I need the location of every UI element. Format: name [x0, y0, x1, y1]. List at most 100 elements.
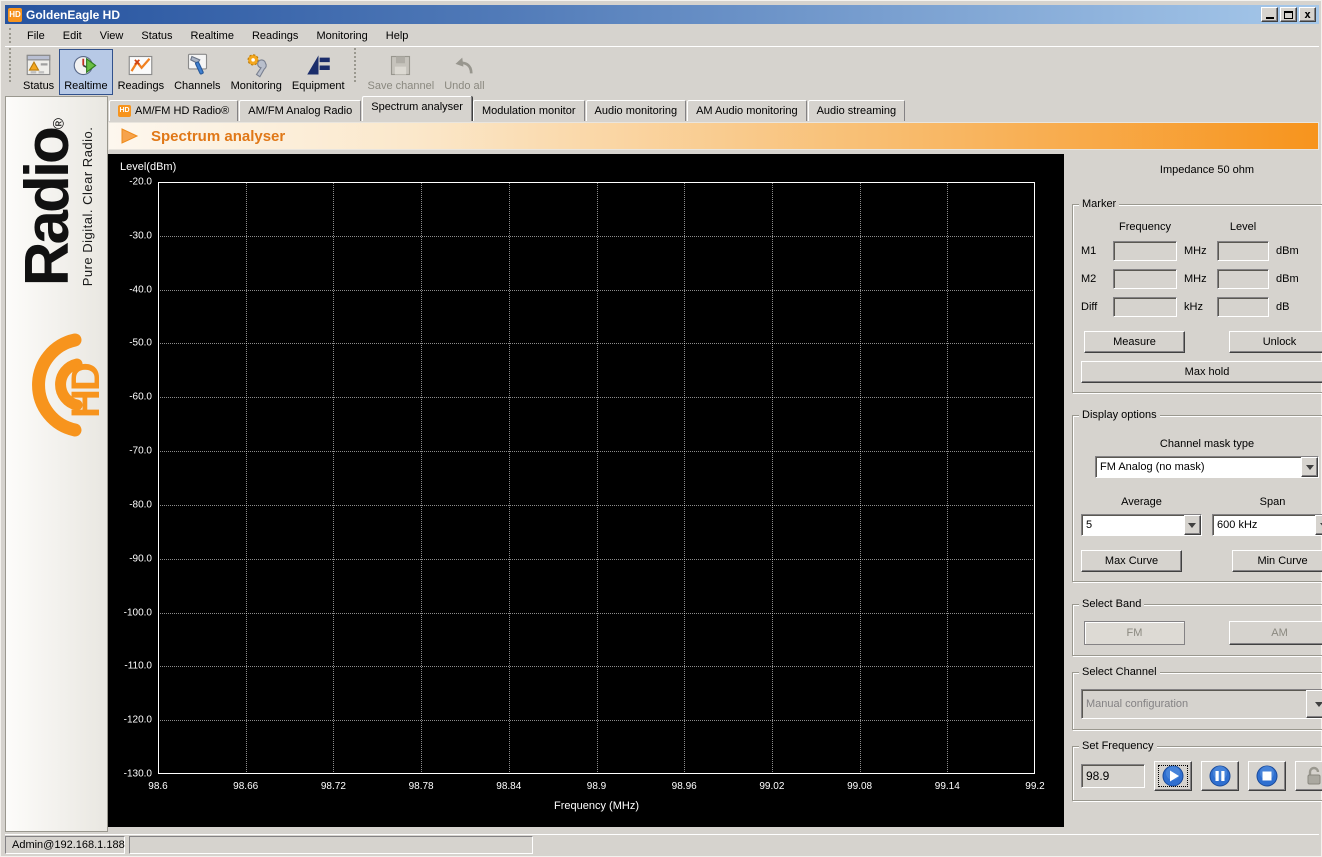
- am-band-button: AM: [1229, 621, 1322, 645]
- max-curve-button[interactable]: Max Curve: [1081, 550, 1182, 572]
- close-button[interactable]: x: [1299, 7, 1316, 22]
- m2-frequency-field: [1113, 269, 1177, 289]
- m1-level-unit: dBm: [1276, 245, 1299, 257]
- readings-toolbar-label: Readings: [117, 80, 165, 92]
- status-bar: Admin@192.168.1.188: [5, 834, 1319, 854]
- y-tick-label: -70.0: [129, 445, 152, 457]
- vertical-gridline: [508, 182, 510, 774]
- toolbar-gripper: [9, 48, 14, 82]
- span-label: Span: [1259, 496, 1286, 508]
- monitoring-toolbar-label: Monitoring: [230, 80, 282, 92]
- unlock-button[interactable]: Unlock: [1229, 331, 1322, 353]
- menu-bar: File Edit View Status Realtime Readings …: [5, 25, 1319, 46]
- frequency-column-header: Frequency: [1119, 221, 1171, 233]
- y-tick-label: -90.0: [129, 553, 152, 565]
- tab-label: Audio streaming: [816, 104, 897, 117]
- channel-mask-type-select[interactable]: FM Analog (no mask): [1095, 456, 1319, 478]
- tab-bar: HD AM/FM HD Radio® AM/FM Analog Radio Sp…: [108, 96, 1319, 121]
- spectrum-chart[interactable]: Level(dBm) -20.0 -30.0 -40.0 -50.0 -60.0 -70.…: [108, 154, 1064, 827]
- realtime-toolbar-label: Realtime: [64, 80, 108, 92]
- vertical-gridline: [684, 182, 686, 774]
- span-dropdown-button[interactable]: [1315, 515, 1322, 535]
- set-frequency-title: Set Frequency: [1079, 740, 1157, 752]
- marker-group-title: Marker: [1079, 198, 1120, 210]
- equipment-toolbar-button[interactable]: Equipment: [287, 49, 350, 95]
- channel-mask-type-label: Channel mask type: [1159, 438, 1255, 450]
- y-axis-title: Level(dBm): [120, 161, 177, 173]
- x-tick-label: 98.84: [496, 781, 522, 792]
- equipment-toolbar-label: Equipment: [291, 80, 345, 92]
- select-channel-value: Manual configuration: [1086, 698, 1189, 710]
- chevron-down-icon: [1188, 522, 1197, 528]
- tab-am-fm-analog-radio[interactable]: AM/FM Analog Radio: [239, 100, 362, 121]
- equipment-logo-icon: [306, 55, 330, 75]
- page-title: Spectrum analyser: [151, 127, 286, 145]
- menu-realtime[interactable]: Realtime: [182, 27, 243, 45]
- tab-modulation-monitor[interactable]: Modulation monitor: [472, 100, 585, 121]
- maximize-button[interactable]: [1280, 7, 1297, 22]
- status-toolbar-button[interactable]: Status: [18, 49, 59, 95]
- min-curve-button[interactable]: Min Curve: [1232, 550, 1322, 572]
- x-tick-label: 99.08: [847, 781, 873, 792]
- span-select[interactable]: 600 kHz: [1212, 514, 1322, 536]
- tab-label: AM/FM Analog Radio: [248, 104, 353, 117]
- set-frequency-group: Set Frequency: [1072, 740, 1322, 801]
- x-tick-label: 98.96: [671, 781, 697, 792]
- readings-toolbar-button[interactable]: Readings: [113, 49, 169, 95]
- menu-help[interactable]: Help: [377, 27, 418, 45]
- menu-edit[interactable]: Edit: [54, 27, 91, 45]
- menu-file[interactable]: File: [18, 27, 54, 45]
- pause-button[interactable]: [1201, 761, 1239, 791]
- fm-band-button: FM: [1084, 621, 1185, 645]
- tab-spectrum-analyser[interactable]: Spectrum analyser: [362, 96, 472, 121]
- hd-radio-tab-icon: HD: [118, 104, 131, 117]
- menu-monitoring[interactable]: Monitoring: [307, 27, 376, 45]
- level-column-header: Level: [1229, 221, 1257, 233]
- tab-am-fm-hd-radio[interactable]: HD AM/FM HD Radio®: [109, 100, 239, 121]
- readings-chart-icon: [129, 55, 153, 76]
- realtime-toolbar-button[interactable]: Realtime: [59, 49, 113, 95]
- y-tick-label: -60.0: [129, 391, 152, 403]
- undo-arrow-icon: [455, 57, 473, 74]
- tab-audio-streaming[interactable]: Audio streaming: [807, 100, 906, 121]
- save-floppy-icon: [391, 55, 411, 76]
- toolbar-gripper-2: [353, 48, 359, 82]
- x-tick-label: 98.6: [148, 781, 168, 792]
- menu-status[interactable]: Status: [132, 27, 181, 45]
- channels-toolbar-button[interactable]: Channels: [169, 49, 225, 95]
- frequency-input[interactable]: [1081, 764, 1145, 788]
- close-icon: x: [1304, 8, 1311, 21]
- channel-mask-dropdown-button[interactable]: [1301, 457, 1318, 477]
- y-tick-label: -40.0: [129, 284, 152, 296]
- m2-frequency-unit: MHz: [1184, 273, 1207, 285]
- measure-button[interactable]: Measure: [1084, 331, 1185, 353]
- save-channel-button: Save channel: [363, 49, 440, 95]
- menu-readings[interactable]: Readings: [243, 27, 307, 45]
- max-hold-button[interactable]: Max hold: [1081, 361, 1322, 383]
- undo-all-button: Undo all: [439, 49, 489, 95]
- stop-button[interactable]: [1248, 761, 1286, 791]
- diff-frequency-unit: kHz: [1184, 301, 1203, 313]
- play-button[interactable]: [1154, 761, 1192, 791]
- average-select[interactable]: 5: [1081, 514, 1202, 536]
- undo-all-label: Undo all: [444, 80, 485, 92]
- diff-level-unit: dB: [1276, 301, 1290, 313]
- minimize-button[interactable]: [1261, 7, 1278, 22]
- monitoring-toolbar-button[interactable]: Monitoring: [226, 49, 287, 95]
- tab-audio-monitoring[interactable]: Audio monitoring: [585, 100, 687, 121]
- brand-sidebar: HD Radio® Pure Digital. Clear Radio.: [5, 96, 108, 832]
- channels-tools-icon: [187, 53, 207, 75]
- channel-mask-type-value: FM Analog (no mask): [1100, 461, 1205, 473]
- minimize-icon: [1265, 17, 1274, 19]
- hd-waves-icon: HD: [31, 333, 101, 437]
- logged-in-user: Admin@192.168.1.188: [5, 835, 125, 854]
- m2-level-unit: dBm: [1276, 273, 1299, 285]
- menu-view[interactable]: View: [91, 27, 133, 45]
- tab-am-audio-monitoring[interactable]: AM Audio monitoring: [687, 100, 807, 121]
- x-tick-label: 98.72: [320, 781, 346, 792]
- y-tick-label: -110.0: [124, 660, 152, 672]
- average-dropdown-button[interactable]: [1183, 515, 1201, 535]
- main-area: HD AM/FM HD Radio® AM/FM Analog Radio Sp…: [108, 96, 1322, 832]
- vertical-gridline: [421, 182, 423, 774]
- tab-label: AM Audio monitoring: [696, 104, 798, 117]
